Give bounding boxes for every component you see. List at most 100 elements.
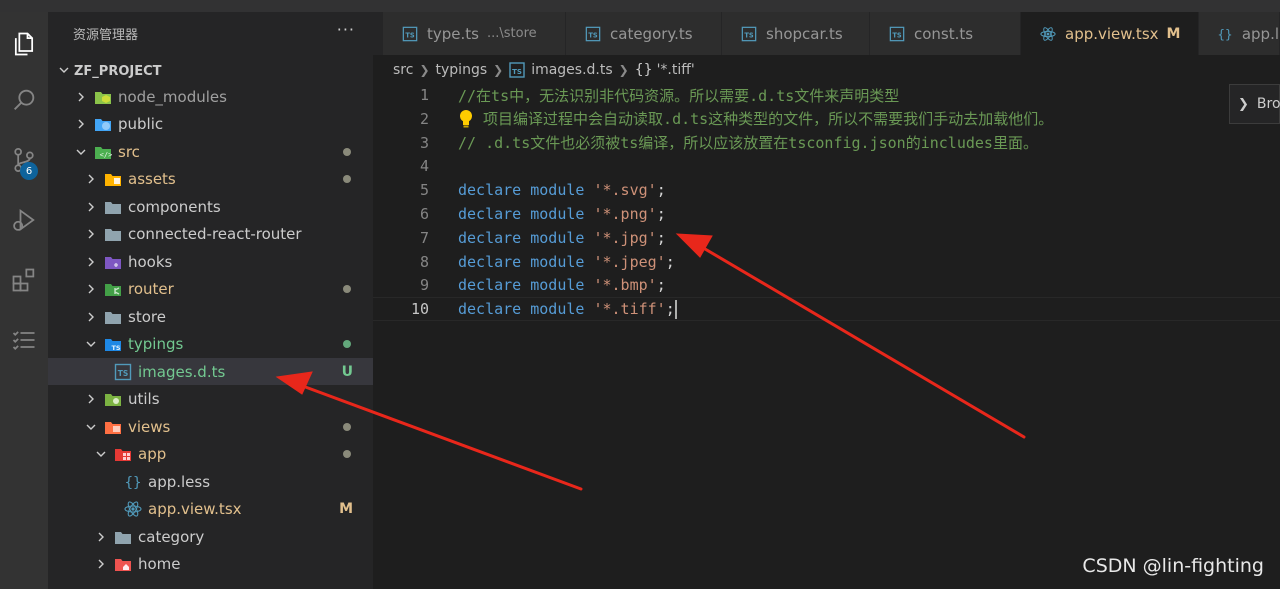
chevron-down-icon (56, 64, 72, 79)
chevron-right-icon: ❯ (493, 63, 504, 77)
tree-item-label: assets (128, 170, 176, 188)
tab-path-hint: ...\store (486, 26, 537, 41)
code-line[interactable]: 8 declare module '*.jpeg'; (373, 250, 1280, 274)
side-panel-label: Bro (1256, 96, 1280, 112)
code-line[interactable]: 5 declare module '*.svg'; (373, 178, 1280, 202)
chevron-right-icon[interactable] (74, 117, 88, 131)
tree-item-components[interactable]: components (48, 193, 373, 220)
code-editor[interactable]: 1 //在ts中，无法识别非代码资源。所以需要.d.ts文件来声明类型 2 项目编译… (373, 83, 1280, 589)
tree-item-src[interactable]: </> src (48, 138, 373, 165)
svg-text:TS: TS (588, 31, 598, 39)
code-line[interactable]: 6 declare module '*.png'; (373, 202, 1280, 226)
watermark: CSDN @lin-fighting (1082, 555, 1264, 577)
code-token: '*.png' (593, 205, 657, 223)
tree-item-public[interactable]: public (48, 111, 373, 138)
chevron-down-icon[interactable] (94, 447, 108, 461)
tree-item-hooks[interactable]: hooks (48, 248, 373, 275)
tree-item-views[interactable]: views (48, 413, 373, 440)
chevron-down-icon[interactable] (84, 337, 98, 351)
tree-item-connected-react-router[interactable]: connected-react-router (48, 221, 373, 248)
code-token: module (530, 276, 585, 295)
tree-item-store[interactable]: store (48, 303, 373, 330)
breadcrumb-symbol[interactable]: '*.tiff' (657, 62, 695, 78)
tree-item-category[interactable]: category (48, 523, 373, 550)
chevron-down-icon[interactable] (74, 145, 88, 159)
chevron-right-icon[interactable] (84, 255, 98, 269)
tab-type-ts[interactable]: TS type.ts ...\store (383, 12, 566, 55)
breadcrumb-src[interactable]: src (393, 62, 413, 78)
code-line[interactable]: 2 项目编译过程中会自动读取.d.ts这种类型的文件，所以不需要我们手动去加载他… (373, 107, 1280, 131)
code-line[interactable]: 3 // .d.ts文件也必须被ts编译，所以应该放置在tsconfig.json… (373, 131, 1280, 155)
braces-icon: {} (124, 473, 142, 491)
tab-app-l[interactable]: {} app.l (1199, 12, 1280, 55)
list-button[interactable] (0, 316, 48, 364)
ts-file-icon: TS (401, 25, 419, 43)
code-line[interactable]: 7 declare module '*.jpg'; (373, 226, 1280, 250)
public-folder-icon (94, 115, 112, 133)
tree-item-node-modules[interactable]: node_modules (48, 83, 373, 110)
home-folder-icon (114, 555, 132, 573)
chevron-right-icon[interactable] (84, 172, 98, 186)
line-number: 8 (419, 252, 429, 271)
code-token: declare (458, 276, 522, 295)
chevron-right-icon[interactable] (84, 200, 98, 214)
tree-item-app-view-tsx[interactable]: app.view.tsx M (48, 496, 373, 523)
tree-item-router[interactable]: router (48, 276, 373, 303)
search-button[interactable] (0, 76, 48, 124)
project-header[interactable]: ZF_PROJECT (56, 60, 162, 82)
more-actions-button[interactable]: ··· (337, 20, 355, 39)
lightbulb-icon[interactable] (458, 109, 474, 129)
tree-item-home[interactable]: home (48, 551, 373, 578)
breadcrumb-file[interactable]: images.d.ts (531, 62, 612, 78)
change-indicator-dot (343, 285, 351, 293)
tab-label: const.ts (914, 24, 974, 43)
code-token: 项目编译过程中会自动读取.d.ts这种类型的文件，所以不需要我们手动去加载他们。 (474, 110, 1054, 129)
change-indicator-dot (343, 340, 351, 348)
code-token: ; (656, 276, 666, 295)
code-line[interactable]: 1 //在ts中，无法识别非代码资源。所以需要.d.ts文件来声明类型 (373, 83, 1280, 107)
code-line[interactable]: 9 declare module '*.bmp'; (373, 273, 1280, 297)
chevron-right-icon[interactable] (74, 90, 88, 104)
chevron-right-icon[interactable] (94, 557, 108, 571)
tab-label: shopcar.ts (766, 24, 843, 43)
tree-item-utils[interactable]: utils (48, 386, 373, 413)
tab-const-ts[interactable]: TS const.ts (870, 12, 1021, 55)
line-number: 1 (419, 86, 429, 104)
breadcrumbs-side-panel[interactable]: ❯ Bro (1229, 84, 1280, 124)
react-icon (1039, 25, 1057, 43)
breadcrumb-typings[interactable]: typings (436, 62, 488, 78)
code-token: '*.bmp' (593, 276, 657, 295)
code-line[interactable]: 10 declare module '*.tiff'; (373, 297, 1280, 322)
chevron-right-icon[interactable] (84, 282, 98, 296)
extensions-button[interactable] (0, 256, 48, 304)
tree-item-label: public (118, 115, 164, 133)
tree-item-app[interactable]: app (48, 441, 373, 468)
code-line[interactable]: 4 (373, 154, 1280, 178)
chevron-right-icon[interactable] (84, 310, 98, 324)
code-token: module (530, 205, 585, 223)
run-debug-button[interactable] (0, 196, 48, 244)
search-icon (14, 89, 35, 110)
ts-file-icon: TS (888, 25, 906, 43)
app-folder-icon (114, 445, 132, 463)
chevron-right-icon[interactable] (84, 227, 98, 241)
tree-item-app-less[interactable]: {} app.less (48, 468, 373, 495)
tab-shopcar-ts[interactable]: TS shopcar.ts (722, 12, 870, 55)
tab-label: app.l (1241, 24, 1279, 43)
git-status-badge: U (341, 363, 353, 380)
tree-item-typings[interactable]: TS typings (48, 331, 373, 358)
tab-category-ts[interactable]: TS category.ts (566, 12, 722, 55)
chevron-right-icon[interactable] (84, 392, 98, 406)
chevron-down-icon[interactable] (84, 420, 98, 434)
chevron-right-icon[interactable] (94, 530, 108, 544)
tree-item-images-d-ts[interactable]: TS images.d.ts U (48, 358, 373, 385)
tree-item-assets[interactable]: assets (48, 166, 373, 193)
explorer-button[interactable] (0, 20, 48, 68)
ts-folder-icon: TS (104, 335, 122, 353)
code-text: //在ts中，无法识别非代码资源。所以需要.d.ts文件来声明类型 (458, 85, 899, 106)
tab-app-view-tsx[interactable]: app.view.tsx M (1021, 12, 1199, 55)
svg-text:TS: TS (744, 31, 754, 39)
svg-text:TS: TS (512, 68, 522, 76)
ts-file-icon: TS (740, 25, 758, 43)
